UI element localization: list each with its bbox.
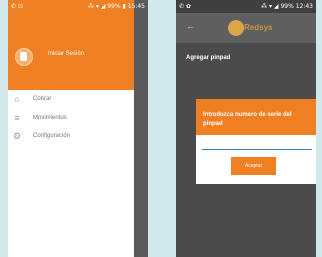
status-bar: ✆ ⊡ ⁂ ▾ ◢ 99% ▮ 15:45 (8, 0, 148, 13)
left-phone-screen: Iniciar Sesión ⌂ Cobrar ≡ Movimientos ⚙ … (8, 0, 148, 257)
drawer-item-label: Configuración (33, 133, 71, 139)
drawer-item-cobrar[interactable]: ⌂ Cobrar (11, 93, 121, 105)
navigation-drawer: Iniciar Sesión ⌂ Cobrar ≡ Movimientos ⚙ … (8, 0, 134, 257)
list-icon: ≡ (14, 113, 20, 123)
drawer-item-label: Movimientos (33, 115, 67, 121)
redsys-logo-icon (228, 20, 244, 36)
drawer-item-configuracion[interactable]: ⚙ Configuración (11, 130, 121, 142)
status-bar-notifications: ✆ ✿ (179, 3, 191, 10)
arrow-left-icon[interactable]: ← (186, 21, 195, 31)
login-link[interactable]: Iniciar Sesión (48, 51, 84, 57)
status-bar-indicators: ⁂ ▾ ◢ 99% 12:43 (261, 3, 313, 10)
dialog-header: Introduzca numero de serie del pinpad (196, 99, 316, 135)
drawer-item-label: Cobrar (33, 96, 52, 102)
app-logo-text: Redsys (244, 23, 273, 32)
serial-number-input[interactable] (202, 141, 312, 150)
drawer-header: Iniciar Sesión (8, 0, 134, 90)
status-bar: ✆ ✿ ⁂ ▾ ◢ 99% 12:43 (176, 0, 316, 13)
drawer-scrim[interactable] (134, 0, 148, 257)
app-toolbar: ← Redsys (176, 13, 316, 43)
drawer-item-movimientos[interactable]: ≡ Movimientos (11, 112, 121, 124)
status-bar-notifications: ✆ ⊡ (11, 3, 23, 10)
serial-number-dialog: Introduzca numero de serie del pinpad Ac… (196, 99, 316, 184)
dialog-title: Introduzca numero de serie del pinpad (203, 112, 292, 127)
accept-button[interactable]: Aceptar (231, 157, 276, 175)
gear-icon: ⚙ (12, 131, 22, 141)
house-icon: ⌂ (14, 94, 20, 104)
profile-icon[interactable] (15, 48, 33, 66)
right-phone-screen: ✆ ✿ ⁂ ▾ ◢ 99% 12:43 ← Redsys Agregar pin… (176, 0, 316, 257)
status-bar-indicators: ⁂ ▾ ◢ 99% ▮ 15:45 (87, 3, 145, 10)
page-title: Agregar pinpad (186, 55, 231, 61)
